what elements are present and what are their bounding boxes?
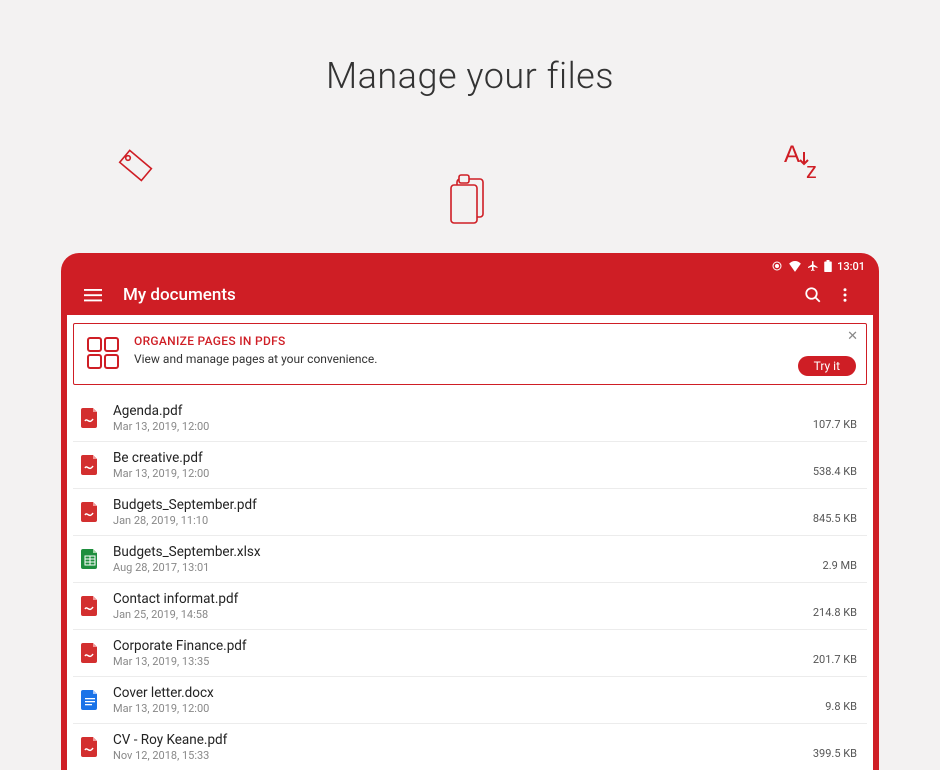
file-name: Be creative.pdf — [113, 450, 813, 466]
file-name: Cover letter.docx — [113, 685, 825, 701]
pdf-file-icon — [77, 502, 103, 522]
pdf-file-icon — [77, 737, 103, 757]
svg-text:A: A — [784, 141, 800, 168]
file-size: 2.9 MB — [823, 559, 863, 572]
try-it-button[interactable]: Try it — [798, 356, 856, 376]
file-row[interactable]: Agenda.pdfMar 13, 2019, 12:00107.7 KB — [73, 395, 867, 442]
more-button[interactable] — [829, 279, 861, 311]
file-size: 538.4 KB — [813, 465, 863, 478]
file-date: Mar 13, 2019, 13:35 — [113, 655, 813, 668]
file-size: 214.8 KB — [813, 606, 863, 619]
promo-banner: ✕ ORGANIZE PAGES IN PDFS View and manage… — [73, 323, 867, 385]
file-name: Budgets_September.xlsx — [113, 544, 823, 560]
file-name: Agenda.pdf — [113, 403, 813, 419]
file-row[interactable]: CV - Roy Keane.pdfNov 12, 2018, 15:33399… — [73, 724, 867, 770]
wifi-icon — [788, 260, 802, 272]
battery-icon — [824, 260, 832, 272]
file-date: Mar 13, 2019, 12:00 — [113, 467, 813, 480]
file-row[interactable]: Budgets_September.xlsxAug 28, 2017, 13:0… — [73, 536, 867, 583]
file-row[interactable]: Budgets_September.pdfJan 28, 2019, 11:10… — [73, 489, 867, 536]
pdf-file-icon — [77, 643, 103, 663]
file-name: CV - Roy Keane.pdf — [113, 732, 813, 748]
file-name: Corporate Finance.pdf — [113, 638, 813, 654]
file-list: Agenda.pdfMar 13, 2019, 12:00107.7 KBBe … — [73, 395, 867, 770]
file-date: Jan 28, 2019, 11:10 — [113, 514, 813, 527]
xls-file-icon — [77, 549, 103, 569]
file-date: Nov 12, 2018, 15:33 — [113, 749, 813, 762]
content-area: ✕ ORGANIZE PAGES IN PDFS View and manage… — [67, 315, 873, 770]
tag-icon — [115, 145, 157, 191]
hero-title: Manage your files — [0, 55, 940, 97]
file-date: Mar 13, 2019, 12:00 — [113, 420, 813, 433]
clipboard-icon — [445, 173, 493, 233]
status-time: 13:01 — [837, 260, 865, 273]
doc-file-icon — [77, 690, 103, 710]
file-size: 845.5 KB — [813, 512, 863, 525]
file-date: Jan 25, 2019, 14:58 — [113, 608, 813, 621]
file-row[interactable]: Be creative.pdfMar 13, 2019, 12:00538.4 … — [73, 442, 867, 489]
file-name: Contact informat.pdf — [113, 591, 813, 607]
menu-button[interactable] — [79, 281, 107, 309]
file-row[interactable]: Contact informat.pdfJan 25, 2019, 14:582… — [73, 583, 867, 630]
banner-title: ORGANIZE PAGES IN PDFS — [134, 334, 854, 348]
file-size: 107.7 KB — [813, 418, 863, 431]
file-row[interactable]: Cover letter.docxMar 13, 2019, 12:009.8 … — [73, 677, 867, 724]
banner-subtitle: View and manage pages at your convenienc… — [134, 352, 854, 366]
file-date: Aug 28, 2017, 13:01 — [113, 561, 823, 574]
close-icon[interactable]: ✕ — [847, 330, 858, 343]
file-name: Budgets_September.pdf — [113, 497, 813, 513]
file-size: 201.7 KB — [813, 653, 863, 666]
tablet-frame: 13:01 My documents ✕ ORGANIZE — [61, 253, 879, 770]
file-row[interactable]: Corporate Finance.pdfMar 13, 2019, 13:35… — [73, 630, 867, 677]
location-icon — [771, 260, 783, 272]
file-date: Mar 13, 2019, 12:00 — [113, 702, 825, 715]
airplane-icon — [807, 260, 819, 272]
file-size: 9.8 KB — [825, 700, 863, 713]
sort-az-icon: A z — [782, 140, 830, 186]
pdf-file-icon — [77, 596, 103, 616]
grid-icon — [86, 336, 120, 374]
pdf-file-icon — [77, 408, 103, 428]
app-title: My documents — [123, 285, 797, 305]
status-bar: 13:01 — [67, 257, 873, 275]
pdf-file-icon — [77, 455, 103, 475]
file-size: 399.5 KB — [813, 747, 863, 760]
search-button[interactable] — [797, 279, 829, 311]
app-bar: My documents — [67, 275, 873, 315]
